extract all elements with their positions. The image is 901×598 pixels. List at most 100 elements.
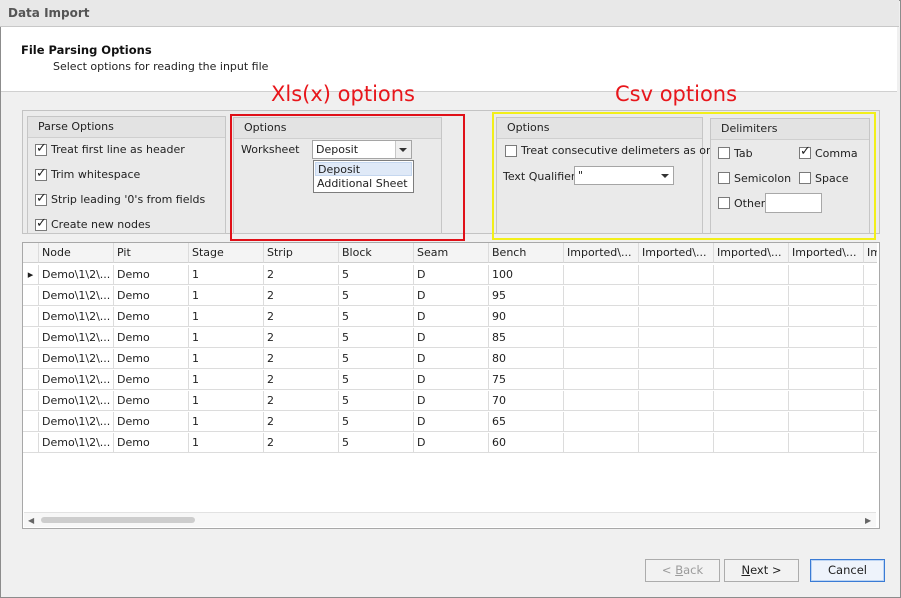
grid-cell[interactable]: 2 bbox=[264, 433, 339, 453]
scroll-right-icon[interactable]: ▶ bbox=[865, 516, 871, 525]
grid-cell[interactable]: Demo bbox=[114, 349, 189, 369]
grid-cell[interactable] bbox=[639, 433, 714, 453]
grid-cell[interactable] bbox=[564, 412, 639, 432]
grid-cell[interactable]: 2 bbox=[264, 265, 339, 285]
grid-cell[interactable] bbox=[714, 391, 789, 411]
column-header[interactable]: Imported\... bbox=[639, 243, 714, 263]
grid-cell[interactable]: Demo bbox=[114, 433, 189, 453]
grid-cell[interactable] bbox=[639, 391, 714, 411]
grid-cell[interactable] bbox=[789, 391, 864, 411]
grid-cell[interactable] bbox=[864, 265, 877, 285]
grid-cell[interactable] bbox=[714, 328, 789, 348]
grid-cell[interactable] bbox=[789, 370, 864, 390]
row-indicator[interactable] bbox=[23, 328, 39, 348]
scrollbar-thumb[interactable] bbox=[41, 517, 195, 523]
grid-cell[interactable]: Demo\1\2\... bbox=[39, 412, 114, 432]
grid-cell[interactable]: Demo bbox=[114, 370, 189, 390]
grid-cell[interactable]: D bbox=[414, 307, 489, 327]
grid-cell[interactable] bbox=[714, 433, 789, 453]
grid-cell[interactable]: Demo bbox=[114, 307, 189, 327]
grid-cell[interactable] bbox=[789, 286, 864, 306]
grid-cell[interactable] bbox=[789, 433, 864, 453]
grid-cell[interactable] bbox=[639, 370, 714, 390]
grid-cell[interactable]: 75 bbox=[489, 370, 564, 390]
grid-cell[interactable]: D bbox=[414, 433, 489, 453]
grid-cell[interactable]: 2 bbox=[264, 307, 339, 327]
column-header[interactable]: Strip bbox=[264, 243, 339, 263]
grid-cell[interactable]: Demo\1\2\... bbox=[39, 307, 114, 327]
grid-cell[interactable]: D bbox=[414, 328, 489, 348]
grid-cell[interactable]: 60 bbox=[489, 433, 564, 453]
grid-cell[interactable]: 1 bbox=[189, 265, 264, 285]
grid-cell[interactable]: Demo\1\2\... bbox=[39, 286, 114, 306]
grid-cell[interactable] bbox=[564, 286, 639, 306]
parse-option-checkbox[interactable] bbox=[35, 216, 47, 231]
row-indicator[interactable] bbox=[23, 349, 39, 369]
grid-cell[interactable] bbox=[864, 391, 877, 411]
back-button[interactable]: < Back bbox=[645, 559, 720, 582]
grid-cell[interactable] bbox=[639, 349, 714, 369]
grid-cell[interactable]: Demo\1\2\... bbox=[39, 391, 114, 411]
grid-cell[interactable] bbox=[564, 307, 639, 327]
next-button[interactable]: Next > bbox=[724, 559, 799, 582]
grid-cell[interactable]: D bbox=[414, 370, 489, 390]
grid-cell[interactable] bbox=[639, 265, 714, 285]
grid-cell[interactable]: D bbox=[414, 265, 489, 285]
grid-cell[interactable]: D bbox=[414, 391, 489, 411]
grid-cell[interactable] bbox=[564, 370, 639, 390]
row-indicator[interactable] bbox=[23, 286, 39, 306]
row-indicator[interactable] bbox=[23, 370, 39, 390]
grid-cell[interactable]: 70 bbox=[489, 391, 564, 411]
grid-cell[interactable] bbox=[714, 349, 789, 369]
grid-cell[interactable] bbox=[564, 433, 639, 453]
column-header[interactable]: Bench bbox=[489, 243, 564, 263]
grid-cell[interactable] bbox=[864, 412, 877, 432]
grid-cell[interactable]: 100 bbox=[489, 265, 564, 285]
grid-cell[interactable]: 85 bbox=[489, 328, 564, 348]
grid-cell[interactable] bbox=[639, 286, 714, 306]
grid-cell[interactable]: 80 bbox=[489, 349, 564, 369]
row-indicator[interactable] bbox=[23, 307, 39, 327]
grid-cell[interactable] bbox=[864, 307, 877, 327]
grid-cell[interactable]: 1 bbox=[189, 286, 264, 306]
parse-option-checkbox[interactable] bbox=[35, 141, 47, 156]
cancel-button[interactable]: Cancel bbox=[810, 559, 885, 582]
column-header[interactable]: Node bbox=[39, 243, 114, 263]
grid-cell[interactable]: Demo bbox=[114, 412, 189, 432]
grid-cell[interactable] bbox=[639, 328, 714, 348]
grid-cell[interactable] bbox=[639, 307, 714, 327]
grid-cell[interactable] bbox=[789, 265, 864, 285]
grid-cell[interactable]: 1 bbox=[189, 433, 264, 453]
grid-cell[interactable]: 5 bbox=[339, 412, 414, 432]
column-header[interactable]: Im bbox=[864, 243, 877, 263]
grid-cell[interactable]: 5 bbox=[339, 265, 414, 285]
row-indicator[interactable] bbox=[23, 391, 39, 411]
grid-cell[interactable]: 5 bbox=[339, 391, 414, 411]
grid-cell[interactable]: Demo bbox=[114, 265, 189, 285]
grid-cell[interactable] bbox=[864, 349, 877, 369]
column-header[interactable]: Block bbox=[339, 243, 414, 263]
grid-cell[interactable] bbox=[789, 349, 864, 369]
grid-cell[interactable]: 2 bbox=[264, 412, 339, 432]
grid-cell[interactable] bbox=[714, 307, 789, 327]
grid-cell[interactable]: D bbox=[414, 412, 489, 432]
grid-cell[interactable]: 1 bbox=[189, 349, 264, 369]
grid-cell[interactable] bbox=[864, 433, 877, 453]
grid-cell[interactable]: 1 bbox=[189, 328, 264, 348]
grid-cell[interactable]: Demo\1\2\... bbox=[39, 433, 114, 453]
parse-option-checkbox[interactable] bbox=[35, 166, 47, 181]
grid-cell[interactable] bbox=[564, 391, 639, 411]
row-indicator[interactable]: ▸ bbox=[23, 265, 39, 285]
grid-cell[interactable]: 5 bbox=[339, 307, 414, 327]
grid-cell[interactable] bbox=[564, 349, 639, 369]
grid-cell[interactable]: D bbox=[414, 349, 489, 369]
grid-cell[interactable]: 2 bbox=[264, 286, 339, 306]
column-header[interactable]: Stage bbox=[189, 243, 264, 263]
grid-cell[interactable]: D bbox=[414, 286, 489, 306]
grid-cell[interactable]: 5 bbox=[339, 370, 414, 390]
grid-cell[interactable] bbox=[864, 328, 877, 348]
grid-cell[interactable] bbox=[564, 328, 639, 348]
grid-cell[interactable]: Demo bbox=[114, 286, 189, 306]
grid-cell[interactable]: 1 bbox=[189, 412, 264, 432]
column-header[interactable]: Imported\... bbox=[789, 243, 864, 263]
